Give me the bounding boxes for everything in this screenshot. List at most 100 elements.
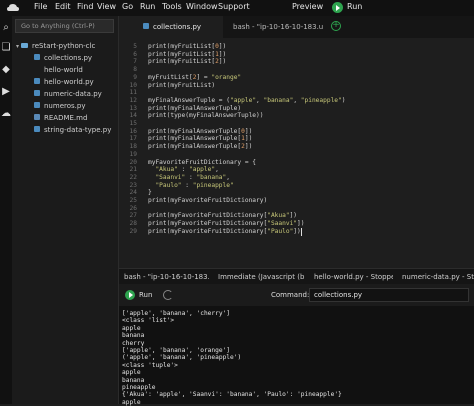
source-control-icon[interactable]: ◆ [0,64,12,76]
tree-folder-root[interactable]: ▾ reStart-python-clc [16,41,95,51]
debug-icon[interactable]: ▶ [0,86,12,98]
code-line: myFavoriteFruitDictionary = { [148,158,257,166]
code-line: print(myFruitList[2]) [148,58,227,66]
terminal-tab-bar: bash - "ip-10-16-10-183.u Immediate (Jav… [119,268,474,285]
tab-numeric-data-run[interactable]: numeric-data.py - Stoppe [397,269,474,285]
run-button[interactable]: Run [139,291,152,299]
activity-rail: ⌕ ❏ ◆ ▶ ☁ [0,16,12,404]
python-file-icon [34,78,40,84]
menu-go[interactable]: Go [122,2,133,11]
output-line: {'Akua': 'apple', 'Saanvi': 'banana', 'P… [122,391,342,399]
menu-tools[interactable]: Tools [162,2,182,11]
python-file-icon [34,126,40,132]
code-line: print(myFavoriteFruitDictionary["Saanvi"… [148,220,305,228]
code-line: print(myFruitList[1]) [148,50,227,58]
tree-file-readme[interactable]: README.md [34,113,87,123]
cloud9-logo-icon[interactable] [6,1,20,15]
code-line: print(myFavoriteFruitDictionary["Paulo"]… [148,227,301,235]
line-number: 12 [129,96,137,104]
output-line: ['apple', 'banana', 'cherry'] [122,310,231,317]
tree-file-hello-world-py[interactable]: hello-world.py [34,77,94,87]
menu-bar: File Edit Find View Go Run Tools Window … [0,0,474,16]
search-icon[interactable]: ⌕ [0,22,12,34]
line-number: 17 [129,135,137,143]
code-line: print(myFinalAnswerTuple[1]) [148,135,253,143]
python-file-icon [143,23,149,29]
line-number: 16 [129,127,137,135]
code-line: print(myFavoriteFruitDictionary) [148,197,268,204]
aws-icon[interactable]: ☁ [0,108,12,120]
add-tab-icon[interactable]: + [331,21,341,31]
line-number: 27 [129,212,137,220]
tree-file-collections[interactable]: collections.py [34,53,92,63]
code-line: print(myFinalAnswerTuple[2]) [148,143,253,151]
tree-file-hello-world[interactable]: hello-world [34,65,83,75]
line-number: 7 [133,58,137,66]
code-line: print(myFruitList) [148,81,216,89]
tree-file-numeric-data[interactable]: numeric-data.py [34,89,102,99]
tree-file-label: string-data-type.py [44,126,112,134]
line-number: 28 [129,220,137,228]
code-line: "Akua" : "apple", [155,166,219,174]
restart-icon[interactable] [163,290,173,300]
menu-run[interactable]: Run [140,2,155,11]
tab-collections-py[interactable]: collections.py [119,16,223,38]
output-line: apple [122,324,141,332]
python-file-icon [34,102,40,108]
line-number-gutter: 5 6 7 8 9 10 11 12 13 14 15 16 17 18 19 20 21 22 23 24 25 26 2… [119,38,141,235]
tree-file-label: hello-world.py [44,78,94,86]
run-output: ['apple', 'banana', 'cherry'] <class 'lis… [119,306,474,406]
tab-immediate[interactable]: Immediate (Javascript (br [213,269,305,285]
menu-view[interactable]: View [97,2,116,11]
folder-icon [21,43,29,48]
preview-button[interactable]: Preview [292,2,323,11]
code-line: myFinalAnswerTuple = ("apple", "banana",… [148,96,346,104]
menu-edit[interactable]: Edit [55,2,71,11]
menu-window[interactable]: Window [186,2,218,11]
tree-file-numeros[interactable]: numeros.py [34,101,85,111]
editor-tab-bar: collections.py bash - "ip-10-16-10-183.u… [119,16,474,39]
tab-hello-world-run[interactable]: hello-world.py - Stopped [309,269,393,285]
line-number: 19 [129,150,137,158]
tab-label: Immediate (Javascript (br [218,273,305,281]
line-number: 23 [129,181,137,189]
run-play-icon[interactable] [332,2,343,13]
menu-find[interactable]: Find [77,2,93,11]
output-line: banana [122,332,145,340]
line-number: 6 [133,50,137,58]
line-number: 29 [129,227,137,235]
line-number: 26 [129,204,137,212]
tab-label: numeric-data.py - Stoppe [402,273,474,281]
code-line: print(type(myFinalAnswerTuple)) [148,112,264,120]
run-play-icon[interactable] [125,290,135,300]
output-line: ['apple', 'banana', 'orange'] [122,347,231,354]
code-editor[interactable]: print(myFruitList[0]) print(myFruitList[1… [141,38,474,236]
line-number: 9 [133,73,137,81]
tab-bash[interactable]: bash - "ip-10-16-10-183.u [225,16,325,38]
menu-file[interactable]: File [34,2,47,11]
line-number: 11 [129,89,137,97]
tree-file-string-data-type[interactable]: string-data-type.py [34,125,111,135]
line-number: 25 [129,197,137,204]
code-line: print(myFavoriteFruitDictionary["Akua"]) [148,212,298,220]
tab-bash-terminal[interactable]: bash - "ip-10-16-10-183.u [119,269,209,285]
python-file-icon [34,54,40,60]
code-line: print(myFinalAnswerTuple) [148,104,242,112]
output-line: ('apple', 'banana', 'pineapple') [122,354,242,362]
output-line: <class 'list'> [122,317,175,325]
files-icon[interactable]: ❏ [0,42,12,54]
tree-folder-label: reStart-python-clc [32,42,96,50]
command-input[interactable]: collections.py [309,288,469,302]
menu-support[interactable]: Support [218,2,250,11]
markdown-file-icon [34,114,40,120]
code-line: print(myFruitList[0]) [148,43,227,50]
line-number: 15 [129,120,137,127]
tree-file-label: README.md [44,114,88,122]
code-line: print(myFinalAnswerTuple[0]) [148,127,253,135]
goto-anything-input[interactable]: Go to Anything (Ctrl-P) [15,19,114,33]
run-button[interactable]: Run [347,2,362,11]
output-line: apple [122,398,141,406]
tree-file-label: numeric-data.py [44,90,102,98]
output-line: pineapple [122,384,156,391]
code-line: myFruitList[2] = "orange" [148,73,242,81]
